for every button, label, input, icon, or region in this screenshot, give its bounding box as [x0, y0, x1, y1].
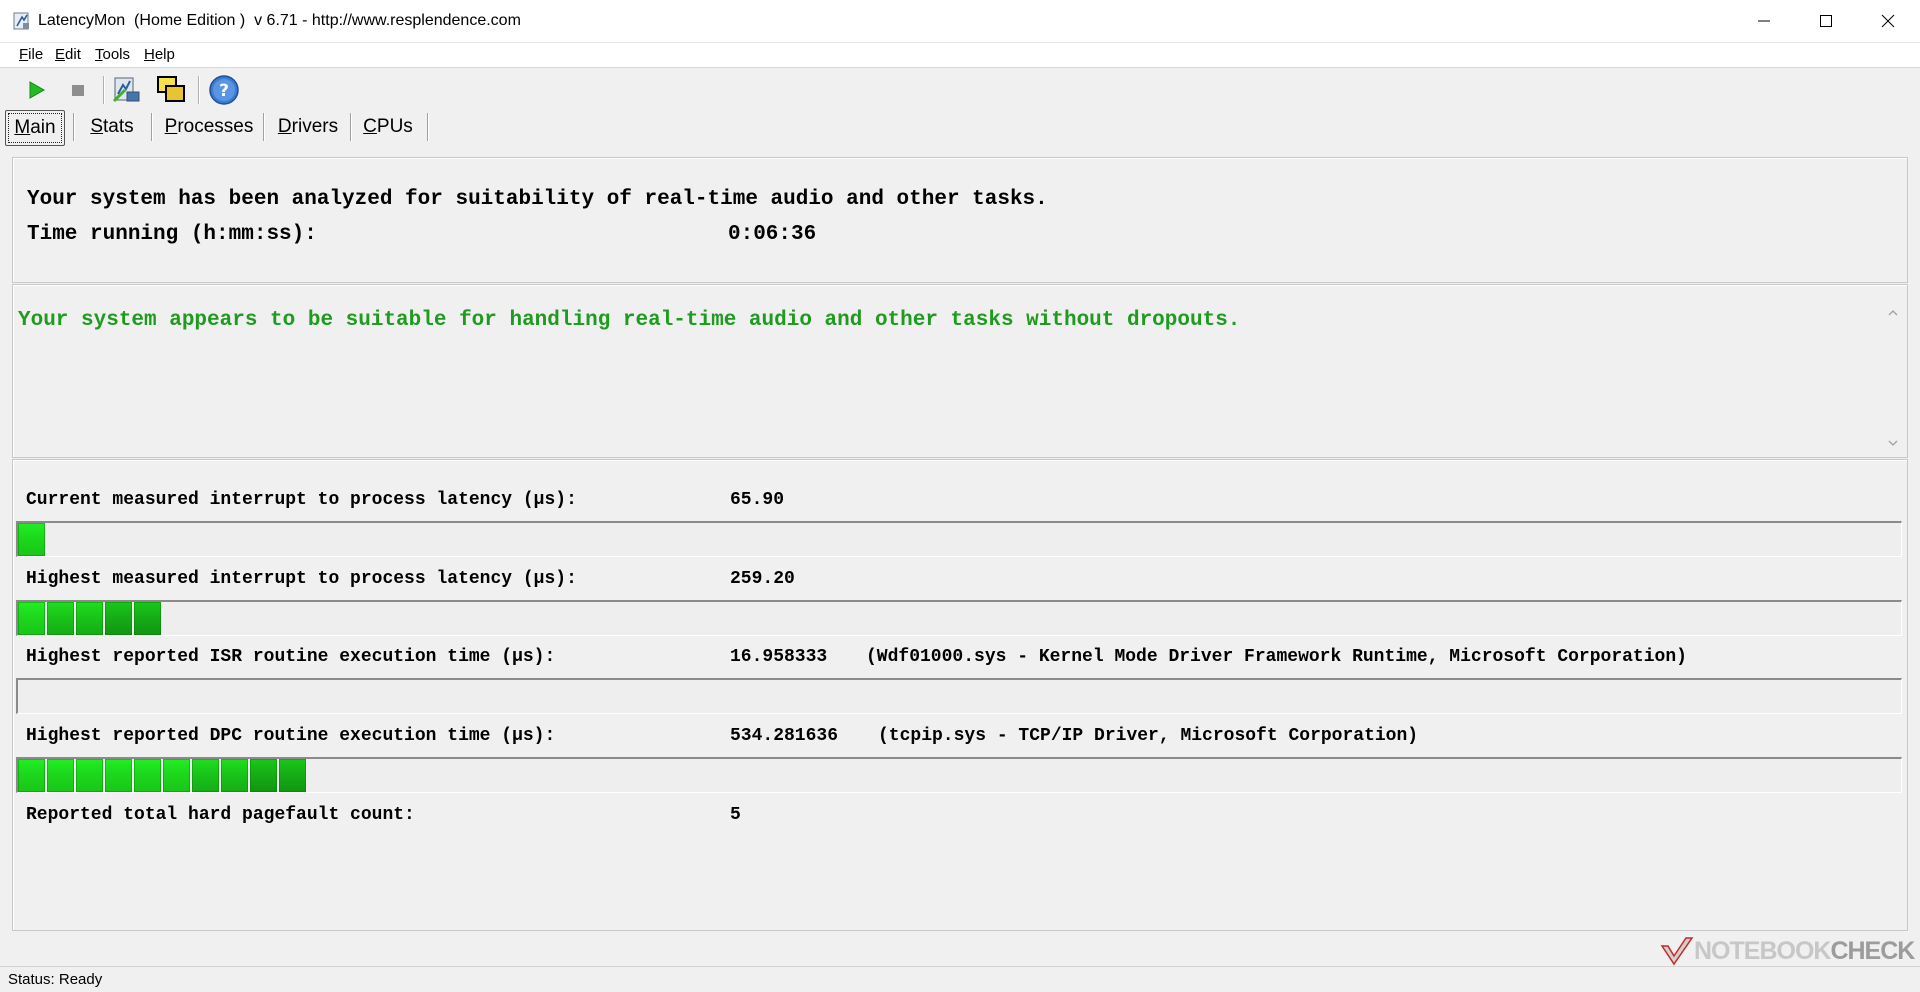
tab-separator: [350, 113, 351, 141]
bar-segment: [134, 759, 161, 792]
maximize-icon: [1820, 15, 1832, 27]
tab-separator: [73, 113, 74, 141]
menu-edit[interactable]: Edit: [55, 46, 81, 64]
bar-segment: [192, 759, 219, 792]
tab-processes[interactable]: Processes: [160, 110, 258, 144]
close-button[interactable]: [1857, 0, 1919, 42]
bar-segment: [47, 759, 74, 792]
watermark-text-check: CHECK: [1830, 937, 1915, 965]
bar-segment: [134, 602, 161, 635]
windows-button[interactable]: [155, 74, 187, 106]
menu-bar: File Edit Tools Help: [0, 43, 1920, 68]
current-latency-bar-fill: [18, 523, 47, 556]
tab-stats[interactable]: Stats: [80, 110, 144, 144]
time-running-label: Time running (h:mm:ss):: [27, 223, 317, 246]
analysis-icon: [112, 77, 140, 103]
toolbar-separator: [103, 76, 104, 104]
minimize-icon: [1758, 20, 1770, 22]
pagefault-count-label: Reported total hard pagefault count:: [26, 805, 415, 825]
window-title: LatencyMon (Home Edition ) v 6.71 - http…: [38, 12, 521, 29]
svg-text:?: ?: [219, 81, 229, 101]
menu-file[interactable]: File: [19, 46, 43, 64]
bar-segment: [76, 759, 103, 792]
tab-separator: [263, 113, 264, 141]
isr-time-value: 16.958333: [730, 647, 828, 667]
result-message: Your system appears to be suitable for h…: [18, 309, 1241, 332]
tab-separator: [427, 113, 428, 141]
bar-segment: [279, 759, 306, 792]
windows-icon: [157, 76, 185, 102]
dpc-driver-info: (tcpip.sys - TCP/IP Driver, Microsoft Co…: [878, 726, 1419, 746]
isr-time-label: Highest reported ISR routine execution t…: [26, 647, 556, 667]
analyze-button[interactable]: [111, 74, 143, 106]
stop-icon: [72, 85, 84, 96]
dpc-time-value: 534.281636: [730, 726, 839, 746]
current-latency-bar: [16, 521, 1902, 557]
title-bar: LatencyMon (Home Edition ) v 6.71 - http…: [0, 0, 1920, 43]
toolbar-separator: [198, 76, 199, 104]
bar-segment: [18, 759, 45, 792]
bar-segment: [105, 759, 132, 792]
bar-segment: [250, 759, 277, 792]
minimize-button[interactable]: [1733, 0, 1795, 42]
bar-segment: [47, 602, 74, 635]
tab-separator: [151, 113, 152, 141]
dpc-time-label: Highest reported DPC routine execution t…: [26, 726, 556, 746]
help-button[interactable]: ?: [208, 74, 240, 106]
dpc-time-bar: [16, 757, 1902, 793]
menu-help[interactable]: Help: [144, 46, 175, 64]
scroll-down-arrow-icon[interactable]: [1886, 436, 1900, 450]
play-icon: [29, 81, 46, 99]
scroll-up-arrow-icon[interactable]: [1886, 306, 1900, 320]
analysis-summary-text: Your system has been analyzed for suitab…: [27, 188, 1048, 211]
time-running-value: 0:06:36: [728, 223, 817, 246]
latencymon-app-icon: [13, 12, 29, 30]
notebookcheck-watermark: NOTEBOOKCHECK: [1660, 934, 1915, 968]
highest-latency-bar: [16, 600, 1902, 636]
isr-time-bar: [16, 678, 1902, 714]
tab-cpus[interactable]: CPUs: [358, 110, 418, 144]
highest-latency-bar-fill: [18, 602, 163, 635]
current-latency-value: 65.90: [730, 490, 785, 510]
highest-latency-value: 259.20: [730, 569, 795, 589]
stop-button[interactable]: [62, 74, 94, 106]
tab-bar: Main Stats Processes Drivers CPUs: [0, 110, 1920, 146]
maximize-button[interactable]: [1795, 0, 1857, 42]
dpc-time-bar-fill: [18, 759, 308, 792]
help-icon: ?: [209, 75, 239, 105]
bar-segment: [105, 602, 132, 635]
bar-segment: [221, 759, 248, 792]
toolbar: ?: [0, 70, 1920, 110]
watermark-text-notebook: NOTEBOOK: [1694, 937, 1831, 965]
status-bar: Status: Ready: [0, 966, 1920, 992]
menu-tools[interactable]: Tools: [95, 46, 130, 64]
bar-segment: [76, 602, 103, 635]
highest-latency-label: Highest measured interrupt to process la…: [26, 569, 577, 589]
pagefault-count-value: 5: [730, 805, 741, 825]
bar-segment: [163, 759, 190, 792]
checkmark-logo-icon: [1660, 937, 1694, 966]
bar-segment: [18, 602, 45, 635]
tab-drivers[interactable]: Drivers: [270, 110, 346, 144]
start-button[interactable]: [20, 74, 52, 106]
status-text: Status: Ready: [8, 971, 103, 988]
summary-panel: [12, 157, 1908, 283]
current-latency-label: Current measured interrupt to process la…: [26, 490, 577, 510]
bar-segment: [18, 523, 45, 556]
isr-driver-info: (Wdf01000.sys - Kernel Mode Driver Frame…: [866, 647, 1687, 667]
close-icon: [1881, 14, 1895, 28]
tab-main[interactable]: Main: [5, 110, 65, 146]
